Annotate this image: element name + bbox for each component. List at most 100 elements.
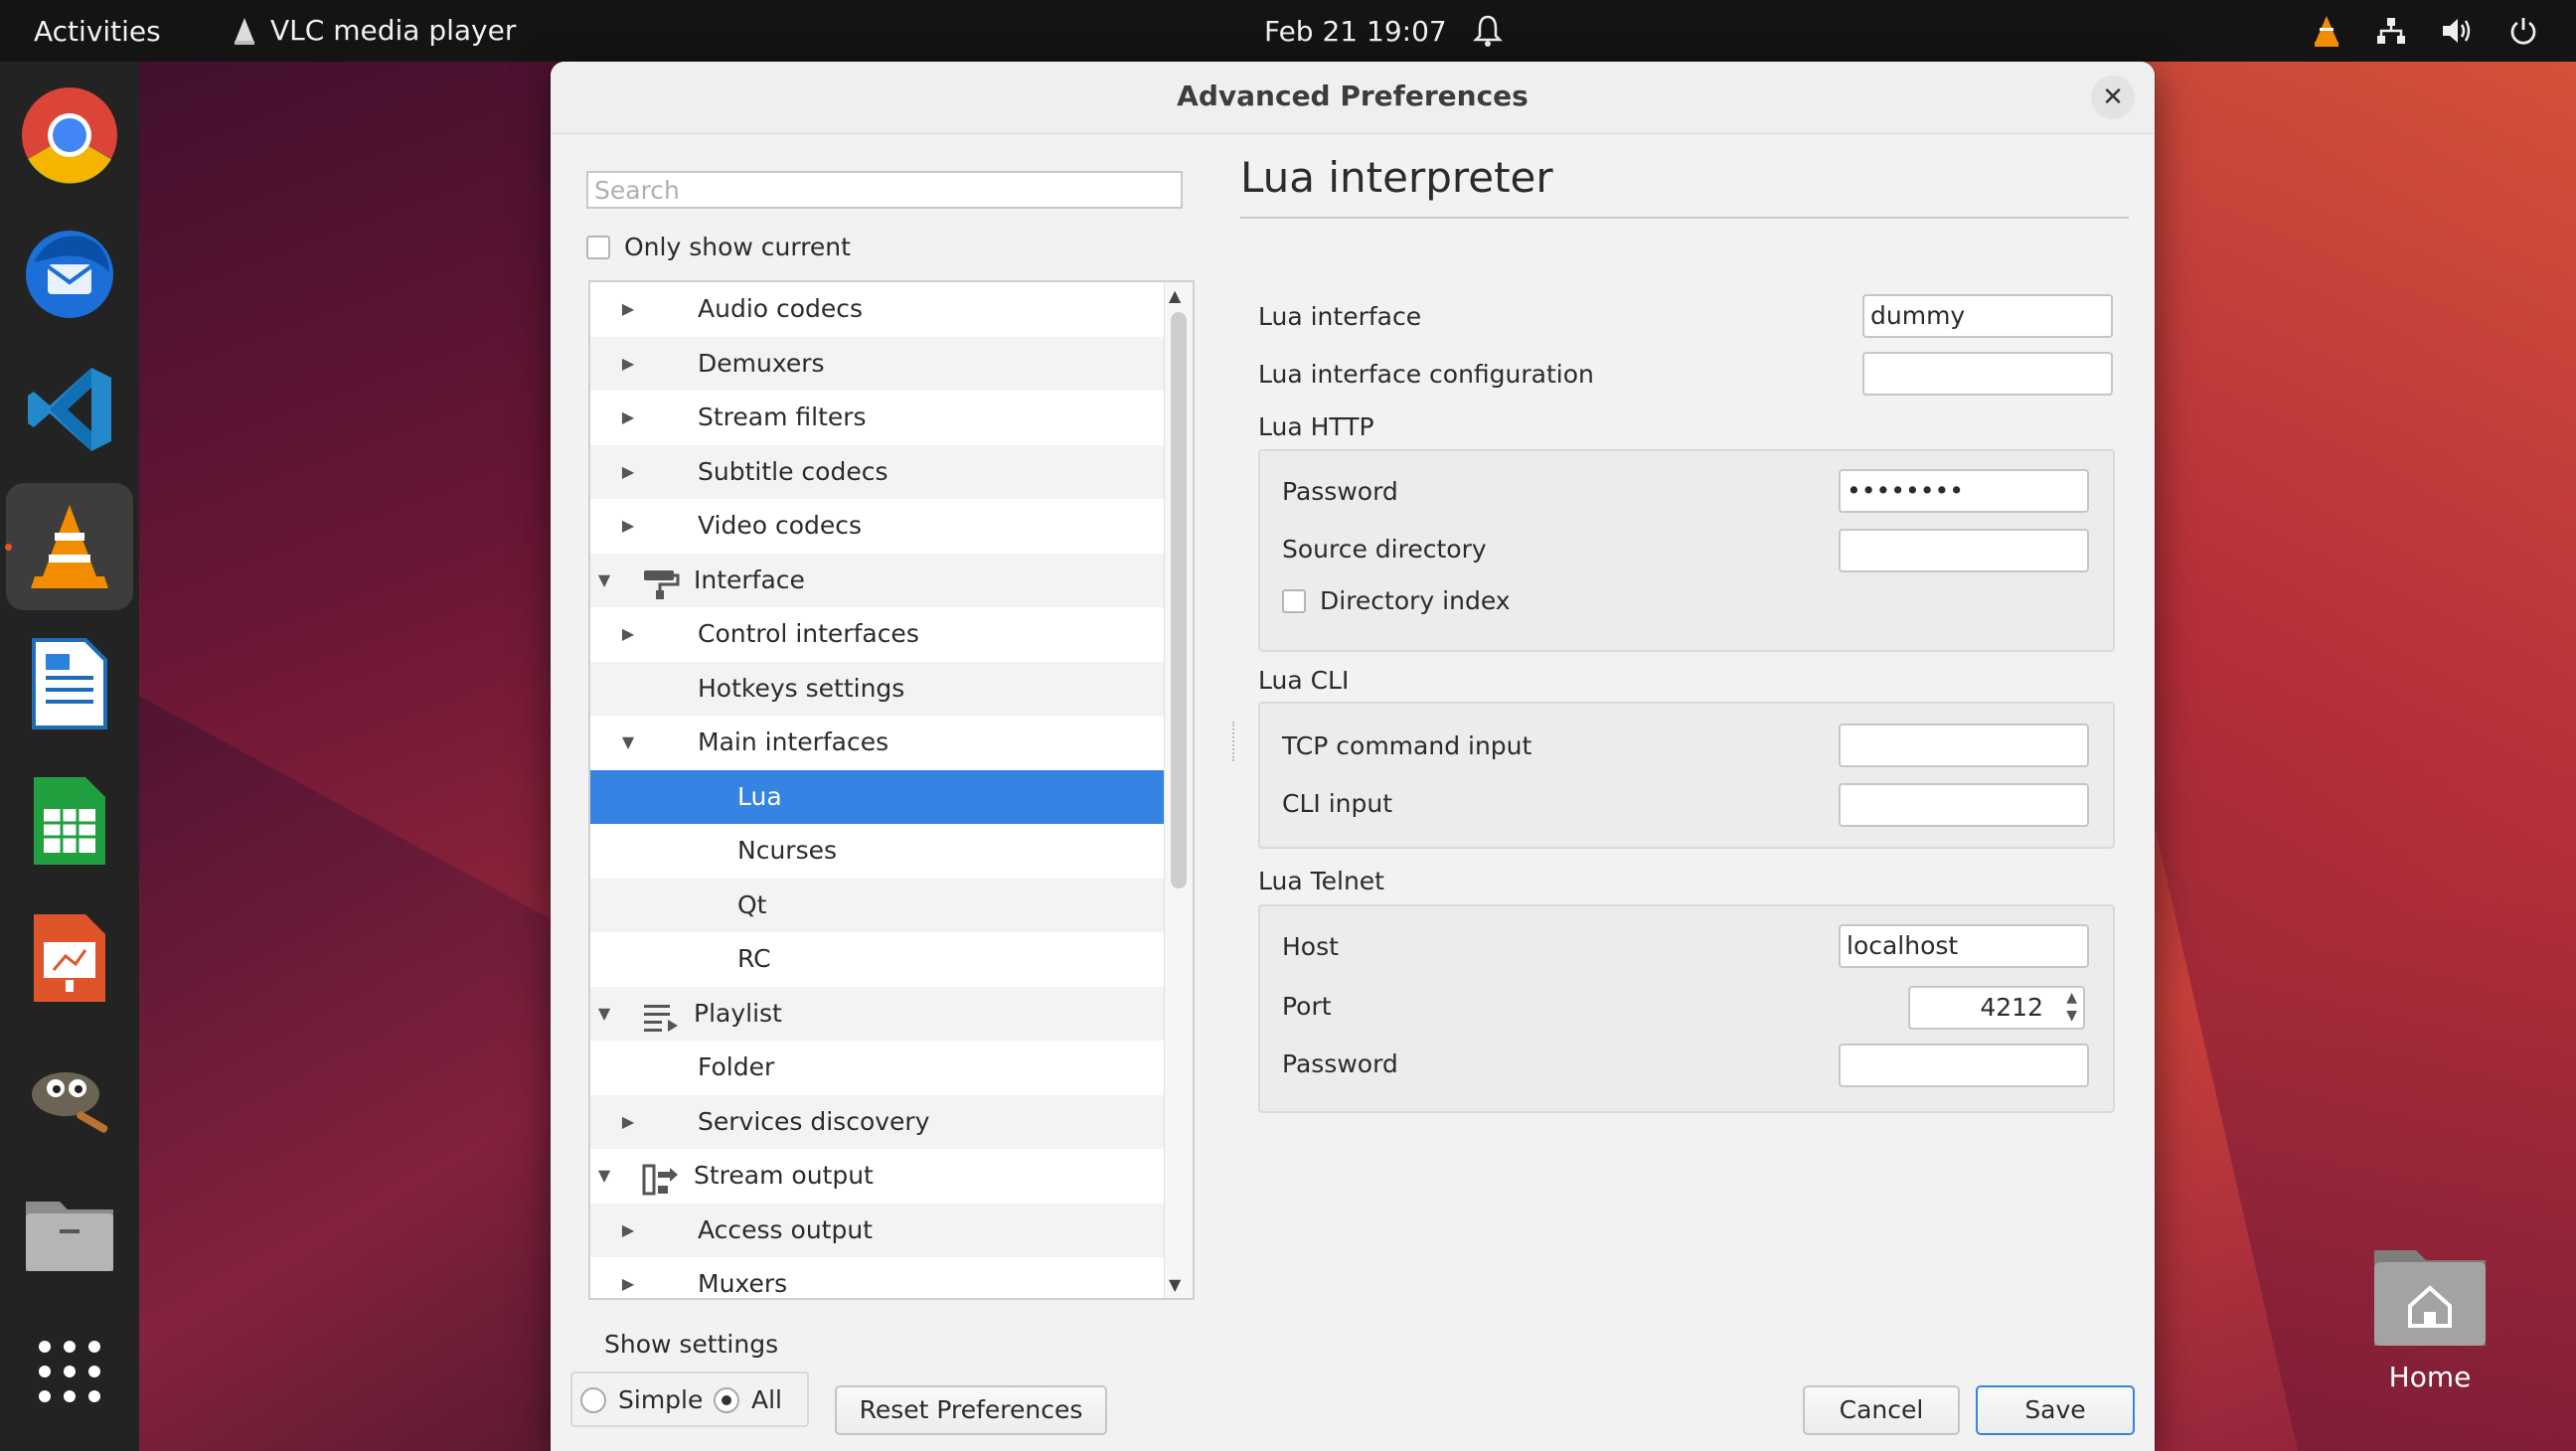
vlc-tray-icon[interactable] [2312, 14, 2341, 48]
files-icon[interactable] [6, 1169, 133, 1296]
thunderbird-icon[interactable] [6, 209, 133, 336]
preferences-tree[interactable]: ▶ Audio codecs ▶ Demuxers ▶ Stream filters ▶ Su… [588, 280, 1195, 1300]
gimp-icon[interactable] [6, 1032, 133, 1159]
tree-item[interactable]: ▶ Stream filters [590, 391, 1181, 445]
telnet-password-field[interactable] [1839, 1044, 2089, 1087]
radio-circle[interactable] [580, 1386, 606, 1413]
expander-collapsed-icon[interactable]: ▶ [618, 1257, 638, 1298]
spin-up-arrow-icon[interactable]: ▲ [2066, 990, 2077, 1006]
clock[interactable]: Feb 21 19:07 [1264, 0, 1447, 62]
tree-item[interactable]: ▶ Access output [590, 1203, 1181, 1258]
tree-item[interactable]: ▶ Demuxers [590, 336, 1181, 392]
search-input[interactable] [586, 171, 1183, 209]
tree-item[interactable]: ▼ Playlist [590, 986, 1181, 1042]
impress-icon[interactable] [6, 894, 133, 1022]
http-password-field[interactable]: •••••••• [1839, 469, 2089, 513]
tree-scrollbar[interactable]: ▲ ▼ [1164, 282, 1193, 1298]
all-radio-label: All [751, 1385, 782, 1414]
show-settings-mode-group: Simple All [570, 1371, 809, 1427]
source-directory-label: Source directory [1282, 535, 1487, 564]
app-menu[interactable]: VLC media player [233, 0, 516, 62]
tree-item[interactable]: ▶ Muxers [590, 1257, 1181, 1298]
tree-item-label: Audio codecs [698, 294, 864, 323]
lua-interface-config-field[interactable] [1862, 352, 2113, 396]
checkbox-box[interactable] [1282, 588, 1306, 613]
expander-collapsed-icon[interactable]: ▶ [618, 607, 638, 662]
tree-item[interactable]: Hotkeys settings [590, 661, 1181, 716]
expander-collapsed-icon[interactable]: ▶ [618, 445, 638, 500]
tree-item[interactable]: ▼ Stream output [590, 1149, 1181, 1204]
expander-collapsed-icon[interactable]: ▶ [618, 337, 638, 392]
tree-item-label: Stream output [694, 1161, 874, 1190]
running-indicator [5, 544, 12, 551]
expander-expanded-icon[interactable]: ▼ [594, 1149, 614, 1204]
power-icon[interactable] [2508, 16, 2538, 46]
tree-item[interactable]: ▶ Control interfaces [590, 607, 1181, 662]
tree-item[interactable]: ▼ Interface [590, 553, 1181, 608]
checkbox-box[interactable] [586, 235, 610, 259]
tree-item[interactable]: ▶ Services discovery [590, 1094, 1181, 1150]
expander-collapsed-icon[interactable]: ▶ [618, 1095, 638, 1150]
all-radio[interactable]: All [714, 1385, 782, 1414]
home-folder-shortcut[interactable]: Home [2355, 1240, 2504, 1393]
expander-collapsed-icon[interactable]: ▶ [618, 499, 638, 554]
tree-item[interactable]: Qt [590, 878, 1181, 932]
scroll-down-arrow-icon[interactable]: ▼ [1169, 1275, 1181, 1294]
scroll-thumb[interactable] [1171, 312, 1187, 888]
tree-item[interactable]: ▶ Video codecs [590, 499, 1181, 554]
tree-item[interactable]: RC [590, 932, 1181, 987]
tree-item[interactable]: Ncurses [590, 824, 1181, 879]
dock [0, 62, 139, 1451]
expander-expanded-icon[interactable]: ▼ [594, 554, 614, 608]
chrome-icon[interactable] [6, 72, 133, 199]
vscode-icon[interactable] [6, 346, 133, 473]
telnet-password-label: Password [1282, 1049, 1398, 1078]
tree-item-label: Demuxers [698, 348, 825, 378]
network-icon[interactable] [2375, 16, 2407, 46]
system-tray[interactable] [2312, 0, 2538, 62]
tree-item-label: Interface [694, 564, 805, 594]
only-show-current-checkbox[interactable]: Only show current [586, 233, 851, 261]
expander-collapsed-icon[interactable]: ▶ [618, 282, 638, 337]
directory-index-checkbox[interactable]: Directory index [1282, 586, 1511, 615]
lua-interface-field[interactable]: dummy [1862, 294, 2113, 338]
vlc-icon[interactable] [5, 483, 133, 610]
simple-radio[interactable]: Simple [580, 1385, 703, 1414]
source-directory-field[interactable] [1839, 529, 2089, 572]
panel-splitter[interactable] [1232, 722, 1238, 761]
volume-icon[interactable] [2441, 16, 2475, 46]
simple-radio-label: Simple [618, 1385, 704, 1414]
tree-item[interactable]: Folder [590, 1041, 1181, 1095]
telnet-port-spinbox[interactable]: 4212 ▲ ▼ [1908, 986, 2085, 1030]
scroll-up-arrow-icon[interactable]: ▲ [1169, 286, 1181, 305]
expander-expanded-icon[interactable]: ▼ [594, 987, 614, 1042]
tree-item[interactable]: ▼ Main interfaces [590, 716, 1181, 770]
tree-item[interactable]: ▶ Subtitle codecs [590, 444, 1181, 500]
writer-icon[interactable] [6, 620, 133, 747]
lua-interface-config-label: Lua interface configuration [1258, 360, 1594, 389]
tree-item[interactable]: Lua [590, 769, 1181, 824]
directory-index-label: Directory index [1320, 586, 1511, 615]
save-button[interactable]: Save [1976, 1385, 2135, 1435]
lua-interface-label: Lua interface [1258, 302, 1422, 331]
radio-circle-selected[interactable] [714, 1386, 739, 1413]
expander-expanded-icon[interactable]: ▼ [618, 716, 638, 770]
dialog-titlebar[interactable]: Advanced Preferences ✕ [551, 62, 2155, 134]
app-grid-icon[interactable] [6, 1308, 133, 1435]
telnet-host-field[interactable]: localhost [1839, 924, 2089, 968]
show-settings-label: Show settings [604, 1330, 779, 1359]
reset-preferences-button[interactable]: Reset Preferences [835, 1385, 1107, 1435]
tree-item-label: Control interfaces [698, 619, 919, 648]
spin-down-arrow-icon[interactable]: ▼ [2066, 1008, 2077, 1024]
tcp-command-input-field[interactable] [1839, 724, 2089, 767]
close-button[interactable]: ✕ [2091, 76, 2135, 119]
cancel-button[interactable]: Cancel [1803, 1385, 1960, 1435]
activities-button[interactable]: Activities [34, 0, 161, 62]
lua-http-group-title: Lua HTTP [1258, 412, 1374, 441]
calc-icon[interactable] [6, 757, 133, 885]
tree-item[interactable]: ▶ Audio codecs [590, 282, 1181, 337]
expander-collapsed-icon[interactable]: ▶ [618, 391, 638, 445]
panel-title: Lua interpreter [1240, 153, 1553, 202]
cli-input-field[interactable] [1839, 783, 2089, 827]
expander-collapsed-icon[interactable]: ▶ [618, 1204, 638, 1258]
